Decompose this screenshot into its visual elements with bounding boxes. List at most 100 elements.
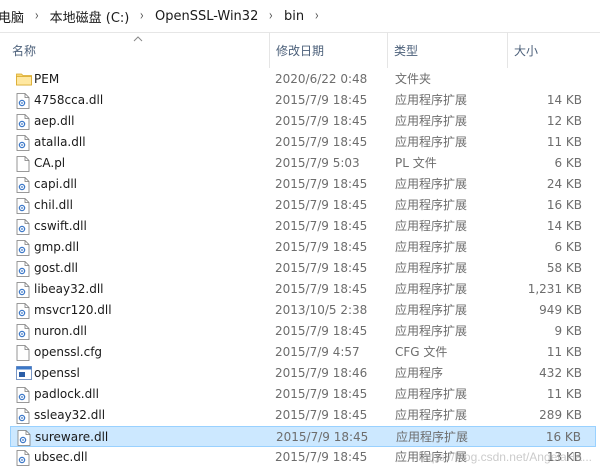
dll-icon bbox=[16, 387, 30, 403]
file-size: 12 KB bbox=[547, 111, 582, 132]
chevron-right-icon[interactable]: › bbox=[311, 8, 323, 24]
file-date: 2015/7/9 18:46 bbox=[275, 363, 367, 384]
file-date: 2020/6/22 0:48 bbox=[275, 69, 367, 90]
file-type: 应用程序扩展 bbox=[395, 258, 467, 279]
file-row[interactable]: cswift.dll2015/7/9 18:45应用程序扩展14 KB bbox=[10, 216, 596, 237]
file-name: nuron.dll bbox=[34, 321, 87, 342]
dll-icon bbox=[16, 177, 30, 193]
file-date: 2015/7/9 18:45 bbox=[275, 111, 367, 132]
file-date: 2015/7/9 18:45 bbox=[276, 427, 368, 448]
file-date: 2015/7/9 18:45 bbox=[275, 216, 367, 237]
file-name: PEM bbox=[34, 69, 59, 90]
chevron-right-icon[interactable]: › bbox=[136, 8, 148, 24]
file-name: msvcr120.dll bbox=[34, 300, 112, 321]
file-type: 应用程序扩展 bbox=[395, 111, 467, 132]
file-row[interactable]: openssl2015/7/9 18:46应用程序432 KB bbox=[10, 363, 596, 384]
file-date: 2015/7/9 18:45 bbox=[275, 405, 367, 426]
file-date: 2015/7/9 18:45 bbox=[275, 279, 367, 300]
file-name: openssl bbox=[34, 363, 80, 384]
dll-icon bbox=[16, 450, 30, 466]
file-row[interactable]: capi.dll 2015/7/9 18:45 应用程序扩展 24 KB bbox=[10, 174, 596, 195]
file-row[interactable]: chil.dll2015/7/9 18:45应用程序扩展16 KB bbox=[10, 195, 596, 216]
breadcrumb-item-openssl[interactable]: OpenSSL-Win32 bbox=[151, 9, 262, 24]
file-date: 2015/7/9 4:57 bbox=[275, 342, 360, 363]
dll-icon bbox=[16, 135, 30, 151]
file-type: 应用程序扩展 bbox=[395, 132, 467, 153]
dll-icon bbox=[16, 261, 30, 277]
file-date: 2015/7/9 18:45 bbox=[275, 90, 367, 111]
dll-icon bbox=[16, 324, 30, 340]
file-row[interactable]: PEM 2020/6/22 0:48 文件夹 bbox=[10, 69, 596, 90]
file-size: 16 KB bbox=[546, 427, 581, 448]
breadcrumb-item-bin[interactable]: bin bbox=[280, 9, 308, 24]
file-size: 289 KB bbox=[539, 405, 582, 426]
watermark: https://blog.csdn.net/AngelaHa... bbox=[419, 450, 592, 464]
file-date: 2013/10/5 2:38 bbox=[275, 300, 367, 321]
file-row[interactable]: nuron.dll2015/7/9 18:45应用程序扩展9 KB bbox=[10, 321, 596, 342]
dll-icon bbox=[16, 240, 30, 256]
file-row[interactable]: openssl.cfg 2015/7/9 4:57 CFG 文件 11 KB bbox=[10, 342, 596, 363]
file-size: 11 KB bbox=[547, 342, 582, 363]
file-type: CFG 文件 bbox=[395, 342, 447, 363]
file-row[interactable]: CA.pl2015/7/9 5:03PL 文件6 KB bbox=[10, 153, 596, 174]
file-date: 2015/7/9 18:45 bbox=[275, 174, 367, 195]
file-size: 24 KB bbox=[547, 174, 582, 195]
column-header-size[interactable]: 大小 bbox=[508, 32, 600, 68]
file-row[interactable]: msvcr120.dll 2013/10/5 2:38 应用程序扩展 949 KB bbox=[10, 300, 596, 321]
file-name: padlock.dll bbox=[34, 384, 99, 405]
chevron-right-icon[interactable]: › bbox=[265, 8, 277, 24]
file-icon bbox=[16, 156, 30, 172]
file-type: 应用程序扩展 bbox=[395, 405, 467, 426]
file-type: 应用程序扩展 bbox=[395, 300, 467, 321]
file-size: 58 KB bbox=[547, 258, 582, 279]
column-header-date[interactable]: 修改日期 bbox=[270, 32, 388, 68]
column-header-date-label: 修改日期 bbox=[276, 42, 324, 59]
file-type: 应用程序扩展 bbox=[396, 427, 468, 448]
file-row[interactable]: padlock.dll2015/7/9 18:45应用程序扩展11 KB bbox=[10, 384, 596, 405]
file-size: 9 KB bbox=[554, 321, 582, 342]
file-size: 11 KB bbox=[547, 384, 582, 405]
dll-icon bbox=[16, 93, 30, 109]
file-row[interactable]: 4758cca.dll2015/7/9 18:45应用程序扩展14 KB bbox=[10, 90, 596, 111]
file-size: 11 KB bbox=[547, 132, 582, 153]
chevron-right-icon[interactable]: › bbox=[31, 8, 43, 24]
file-name: 4758cca.dll bbox=[34, 90, 103, 111]
file-row[interactable]: atalla.dll2015/7/9 18:45应用程序扩展11 KB bbox=[10, 132, 596, 153]
file-size: 16 KB bbox=[547, 195, 582, 216]
file-type: 文件夹 bbox=[395, 69, 431, 90]
file-row[interactable]: aep.dll 2015/7/9 18:45 应用程序扩展 12 KB bbox=[10, 111, 596, 132]
file-row[interactable]: sureware.dll 2015/7/9 18:45 应用程序扩展 16 KB bbox=[10, 426, 596, 447]
file-date: 2015/7/9 5:03 bbox=[275, 153, 360, 174]
file-icon bbox=[16, 345, 30, 361]
breadcrumb-item-this-pc[interactable]: 电脑 bbox=[0, 7, 28, 26]
dll-icon bbox=[16, 114, 30, 130]
dll-icon bbox=[16, 303, 30, 319]
file-name: gmp.dll bbox=[34, 237, 79, 258]
file-row[interactable]: ssleay32.dll 2015/7/9 18:45 应用程序扩展 289 KB bbox=[10, 405, 596, 426]
file-name: aep.dll bbox=[34, 111, 74, 132]
file-row[interactable]: gmp.dll2015/7/9 18:45应用程序扩展6 KB bbox=[10, 237, 596, 258]
file-name: libeay32.dll bbox=[34, 279, 104, 300]
file-type: 应用程序扩展 bbox=[395, 174, 467, 195]
file-size: 14 KB bbox=[547, 216, 582, 237]
file-date: 2015/7/9 18:45 bbox=[275, 447, 367, 468]
file-type: 应用程序扩展 bbox=[395, 279, 467, 300]
column-header-type[interactable]: 类型 bbox=[388, 32, 508, 68]
file-date: 2015/7/9 18:45 bbox=[275, 195, 367, 216]
file-name: ssleay32.dll bbox=[34, 405, 105, 426]
file-type: 应用程序扩展 bbox=[395, 237, 467, 258]
folder-icon bbox=[16, 72, 30, 88]
file-name: openssl.cfg bbox=[34, 342, 102, 363]
file-name: CA.pl bbox=[34, 153, 65, 174]
file-size: 949 KB bbox=[539, 300, 582, 321]
file-date: 2015/7/9 18:45 bbox=[275, 321, 367, 342]
file-row[interactable]: gost.dll2015/7/9 18:45应用程序扩展58 KB bbox=[10, 258, 596, 279]
file-row[interactable]: libeay32.dll2015/7/9 18:45应用程序扩展1,231 KB bbox=[10, 279, 596, 300]
file-size: 6 KB bbox=[554, 237, 582, 258]
file-name: sureware.dll bbox=[35, 427, 108, 448]
dll-icon bbox=[16, 282, 30, 298]
column-header-size-label: 大小 bbox=[514, 42, 538, 59]
breadcrumb-item-drive-c[interactable]: 本地磁盘 (C:) bbox=[46, 7, 134, 26]
file-size: 432 KB bbox=[539, 363, 582, 384]
file-name: capi.dll bbox=[34, 174, 77, 195]
